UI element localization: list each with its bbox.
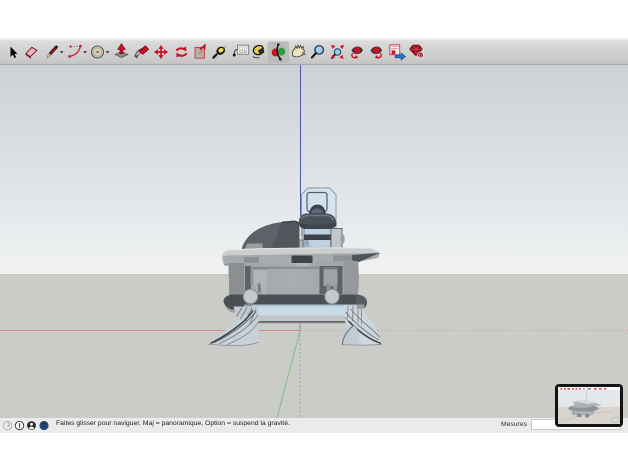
svg-text:A1: A1	[240, 48, 246, 54]
svg-text:0: 0	[419, 53, 422, 59]
